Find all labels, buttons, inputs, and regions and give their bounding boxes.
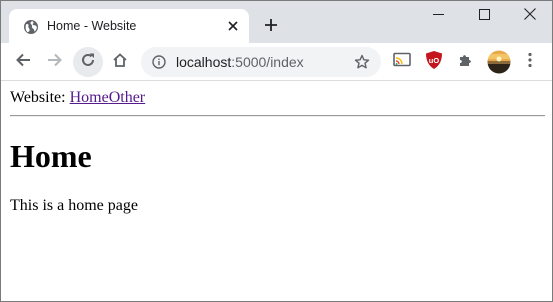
- url-host: localhost: [176, 54, 232, 70]
- minimize-button[interactable]: [416, 1, 460, 31]
- forward-button[interactable]: [40, 47, 70, 77]
- tab-strip: Home - Website: [1, 1, 552, 43]
- home-icon: [112, 52, 128, 73]
- ublock-icon: uO: [424, 50, 444, 75]
- tab-home[interactable]: Home - Website: [9, 9, 249, 43]
- reload-button[interactable]: [73, 47, 103, 77]
- plus-icon: [264, 18, 278, 37]
- reload-icon: [80, 52, 96, 73]
- maximize-button[interactable]: [462, 1, 506, 31]
- svg-text:uO: uO: [429, 56, 440, 65]
- extensions-button[interactable]: [454, 50, 478, 74]
- address-bar[interactable]: localhost:5000/index: [141, 47, 381, 77]
- window-close-button[interactable]: [508, 1, 552, 31]
- url-text[interactable]: localhost:5000/index: [176, 54, 304, 70]
- maximize-icon: [478, 7, 490, 25]
- close-icon: [524, 7, 536, 25]
- home-button[interactable]: [105, 47, 135, 77]
- back-button[interactable]: [8, 47, 38, 77]
- page-body-text: This is a home page: [10, 197, 138, 214]
- avatar[interactable]: [487, 50, 511, 74]
- close-icon[interactable]: [225, 18, 241, 34]
- cast-extension-button[interactable]: [390, 50, 414, 74]
- forward-arrow-icon: [47, 52, 63, 73]
- horizontal-rule: [10, 115, 545, 117]
- ublock-extension-button[interactable]: uO: [422, 50, 446, 74]
- puzzle-icon: [458, 52, 474, 73]
- browser-toolbar: localhost:5000/index uO: [1, 43, 552, 81]
- page-content: Website: HomeOther Home This is a home p…: [1, 82, 552, 301]
- cast-icon: [393, 52, 411, 73]
- browser-window: Home - Website localhost:5000/index uO W…: [0, 0, 553, 302]
- url-path: :5000/index: [231, 54, 304, 70]
- minimize-icon: [432, 7, 444, 25]
- kebab-menu-icon: [528, 52, 532, 73]
- nav-link-other[interactable]: Other: [109, 89, 145, 106]
- site-nav: Website: HomeOther: [10, 89, 145, 107]
- back-arrow-icon: [15, 52, 31, 73]
- nav-link-home[interactable]: Home: [70, 89, 109, 106]
- globe-icon: [23, 19, 39, 35]
- tab-title: Home - Website: [47, 19, 137, 33]
- info-icon[interactable]: [152, 55, 166, 69]
- site-label: Website:: [10, 89, 70, 106]
- page-title: Home: [10, 138, 92, 174]
- star-icon[interactable]: [354, 54, 370, 70]
- new-tab-button[interactable]: [260, 16, 282, 38]
- browser-menu-button[interactable]: [518, 50, 542, 74]
